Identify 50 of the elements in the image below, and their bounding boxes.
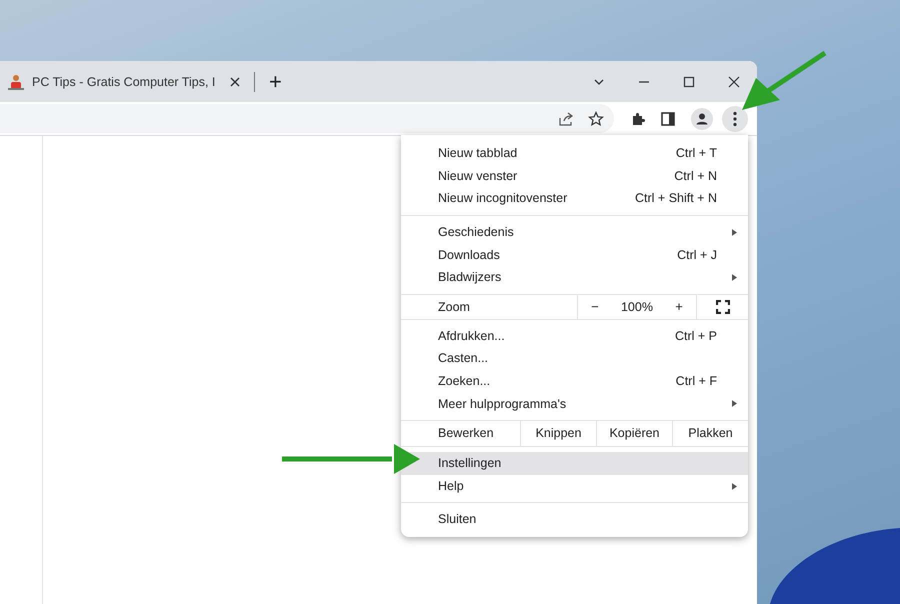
maximize-icon[interactable]	[683, 76, 695, 88]
menu-item-label: Afdrukken...	[438, 328, 506, 343]
shortcut-text: Ctrl + J	[677, 248, 717, 262]
profile-icon[interactable]	[691, 108, 713, 130]
shortcut-text: Ctrl + N	[674, 168, 717, 183]
menu-item-label: Downloads	[438, 248, 501, 262]
shortcut-text: Ctrl + T	[676, 146, 717, 160]
zoom-in-button[interactable]: +	[671, 299, 687, 314]
menu-item[interactable]: Help	[401, 474, 748, 498]
menu-item[interactable]: Downloads Ctrl + J	[401, 243, 748, 266]
menu-item-label: Casten...	[438, 351, 490, 366]
zoom-level-text: 100%	[620, 300, 653, 314]
menu-item[interactable]: Afdrukken... Ctrl + P	[401, 324, 748, 348]
menu-item-label: Meer hulpprogramma's	[438, 396, 568, 411]
menu-item[interactable]: Instellingen	[401, 452, 748, 475]
menu-item[interactable]: Zoeken... Ctrl + F	[401, 370, 748, 392]
edit-action-button[interactable]: Plakken	[673, 420, 748, 446]
menu-item-label: Help	[438, 478, 465, 493]
close-icon[interactable]	[728, 76, 740, 88]
menu-item[interactable]: Bladwijzers	[401, 266, 748, 289]
menu-item-label: Geschiedenis	[438, 225, 515, 240]
shortcut-text: Ctrl + Shift + N	[635, 191, 717, 206]
menu-item-label: Nieuw incognitovenster	[438, 191, 568, 206]
menu-item-label: Zoeken...	[438, 374, 492, 388]
menu-item-label: Bladwijzers	[438, 270, 502, 284]
close-icon[interactable]	[230, 76, 240, 86]
browser-tab[interactable]: PC Tips - Gratis Computer Tips, I	[0, 61, 248, 102]
side-panel-icon[interactable]	[660, 110, 676, 126]
menu-item[interactable]: Sluiten	[401, 508, 748, 531]
fullscreen-icon	[716, 300, 730, 314]
tab-title: PC Tips - Gratis Computer Tips, I	[32, 74, 216, 88]
menu-item[interactable]: Nieuw incognitovenster Ctrl + Shift + N	[401, 187, 748, 210]
new-tab-button[interactable]: +	[265, 70, 286, 92]
person-icon	[8, 74, 24, 90]
menu-icon[interactable]	[722, 106, 748, 132]
puzzle-piece-icon[interactable]	[630, 110, 646, 126]
menu-item[interactable]: Geschiedenis	[401, 220, 748, 244]
menu-item[interactable]: Meer hulpprogramma's	[401, 392, 748, 415]
menu-item[interactable]: Casten...	[401, 347, 748, 370]
menu-item-label: Nieuw tabblad	[438, 146, 518, 160]
share-icon[interactable]	[558, 110, 574, 126]
shortcut-text: Ctrl + P	[674, 328, 717, 343]
menu-item-label: Nieuw venster	[438, 168, 518, 183]
menu-item-label: Sluiten	[438, 512, 478, 526]
shortcut-text: Ctrl + F	[676, 374, 717, 388]
menu-item[interactable]: Nieuw tabblad Ctrl + T	[401, 142, 748, 165]
menu-item-label: Instellingen	[438, 456, 502, 470]
menu-item[interactable]: Nieuw venster Ctrl + N	[401, 164, 748, 188]
star-icon[interactable]	[588, 110, 604, 126]
zoom-out-button[interactable]: −	[587, 299, 603, 314]
